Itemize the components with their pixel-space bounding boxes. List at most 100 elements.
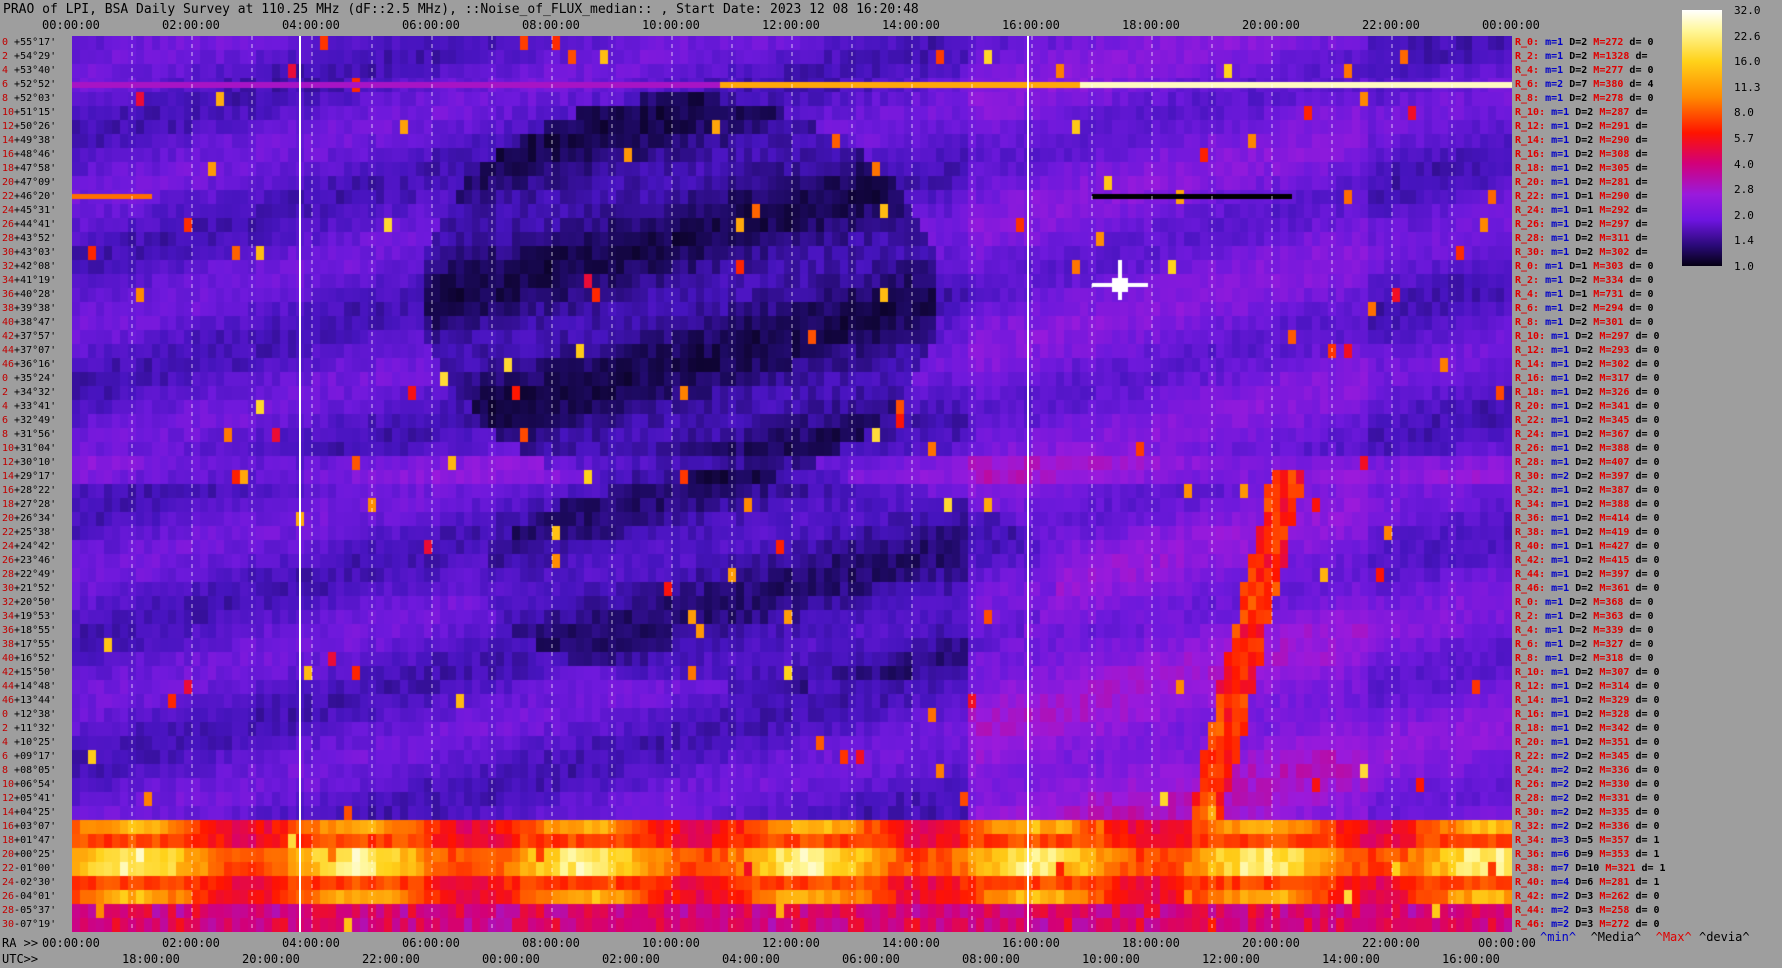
beam-max: M=345 <box>1599 415 1636 426</box>
declination-label: 22-01°00' <box>2 862 56 876</box>
beam-name: R_36: <box>1515 513 1552 524</box>
beam-index: 34 <box>2 275 15 286</box>
declination-label: 32+20°50' <box>2 596 56 610</box>
beam-index: 12 <box>2 121 15 132</box>
beam-devia: d= <box>1635 219 1648 230</box>
ra-axis-prefix: RA >> <box>2 936 39 950</box>
beam-index: 32 <box>2 597 15 608</box>
beam-min: m=1 <box>1551 149 1576 160</box>
beam-max: M=334 <box>1593 275 1630 286</box>
beam-index: 0 <box>2 709 15 720</box>
beam-stats-row: R_20: m=1 D=2 M=341 d= 0 <box>1515 400 1660 414</box>
beam-stats-row: R_16: m=1 D=2 M=308 d= <box>1515 148 1647 162</box>
beam-declination: +31°56' <box>14 429 57 440</box>
beam-max: M=281 <box>1599 877 1636 888</box>
beam-min: m=1 <box>1551 583 1576 594</box>
beam-index: 30 <box>2 583 15 594</box>
beam-devia: d= 0 <box>1629 317 1654 328</box>
beam-max: M=290 <box>1599 135 1636 146</box>
declination-label: 42+37°57' <box>2 330 56 344</box>
beam-devia: d= 0 <box>1635 681 1660 692</box>
beam-name: R_28: <box>1515 457 1552 468</box>
beam-min: m=1 <box>1551 457 1576 468</box>
beam-min: m=1 <box>1545 639 1570 650</box>
beam-name: R_26: <box>1515 443 1552 454</box>
beam-stats-row: R_6: m=1 D=2 M=294 d= 0 <box>1515 302 1654 316</box>
beam-declination: -01°00' <box>14 863 57 874</box>
beam-index: 46 <box>2 359 15 370</box>
ra-axis-tick: 08:00:00 <box>522 936 580 950</box>
beam-min: m=1 <box>1545 289 1570 300</box>
beam-name: R_26: <box>1515 219 1552 230</box>
beam-median: D=2 <box>1575 443 1600 454</box>
beam-max: M=342 <box>1599 723 1636 734</box>
declination-label: 6 +52°52' <box>2 78 56 92</box>
beam-stats-row: R_36: m=1 D=2 M=414 d= 0 <box>1515 512 1660 526</box>
beam-declination: -02°30' <box>14 877 57 888</box>
beam-devia: d= 0 <box>1635 401 1660 412</box>
beam-stats-row: R_0: m=1 D=2 M=272 d= 0 <box>1515 36 1654 50</box>
beam-index: 8 <box>2 429 15 440</box>
beam-max: M=272 <box>1593 37 1630 48</box>
declination-label: 8 +31°56' <box>2 428 56 442</box>
declination-label: 22+46°20' <box>2 190 56 204</box>
beam-max: M=262 <box>1599 891 1636 902</box>
beam-min: m=1 <box>1551 513 1576 524</box>
beam-min: m=1 <box>1551 135 1576 146</box>
beam-name: R_16: <box>1515 709 1552 720</box>
beam-name: R_38: <box>1515 527 1552 538</box>
beam-median: D=2 <box>1575 583 1600 594</box>
beam-median: D=2 <box>1569 625 1594 636</box>
beam-name: R_8: <box>1515 653 1546 664</box>
beam-devia: d= 4 <box>1629 79 1654 90</box>
top-axis-tick: 10:00:00 <box>642 18 700 32</box>
beam-stats-row: R_24: m=2 D=2 M=336 d= 0 <box>1515 764 1660 778</box>
beam-name: R_6: <box>1515 303 1546 314</box>
beam-min: m=1 <box>1551 555 1576 566</box>
beam-max: M=363 <box>1593 611 1630 622</box>
beam-stats-row: R_38: m=1 D=2 M=419 d= 0 <box>1515 526 1660 540</box>
beam-name: R_34: <box>1515 835 1552 846</box>
beam-median: D=2 <box>1575 765 1600 776</box>
beam-name: R_24: <box>1515 205 1552 216</box>
utc-axis-prefix: UTC>> <box>2 952 39 966</box>
beam-declination: +03°07' <box>14 821 57 832</box>
beam-devia: d= 0 <box>1635 443 1660 454</box>
ra-axis-tick: 22:00:00 <box>1362 936 1420 950</box>
utc-axis-tick: 16:00:00 <box>1442 952 1500 966</box>
declination-label: 0 +55°17' <box>2 36 56 50</box>
beam-max: M=328 <box>1599 709 1636 720</box>
beam-devia: d= 0 <box>1629 65 1654 76</box>
beam-min: m=7 <box>1551 863 1576 874</box>
beam-name: R_28: <box>1515 793 1552 804</box>
beam-min: m=1 <box>1551 541 1576 552</box>
beam-stats-row: R_6: m=2 D=7 M=380 d= 4 <box>1515 78 1654 92</box>
beam-stats-row: R_28: m=1 D=2 M=311 d= <box>1515 232 1647 246</box>
colorbar-tick: 8.0 <box>1734 106 1754 120</box>
beam-devia: d= 0 <box>1635 919 1660 930</box>
beam-max: M=397 <box>1599 471 1636 482</box>
beam-declination: +23°46' <box>14 555 57 566</box>
beam-declination: +32°49' <box>14 415 57 426</box>
beam-devia: d= 0 <box>1629 653 1654 664</box>
beam-median: D=2 <box>1575 807 1600 818</box>
beam-stats-row: R_2: m=1 D=2 M=1328 d= <box>1515 50 1648 64</box>
beam-name: R_34: <box>1515 499 1552 510</box>
beam-max: M=303 <box>1593 261 1630 272</box>
beam-index: 10 <box>2 779 15 790</box>
beam-devia: d= 1 <box>1635 835 1660 846</box>
beam-devia: d= 0 <box>1635 331 1660 342</box>
declination-label: 12+50°26' <box>2 120 56 134</box>
beam-median: D=2 <box>1575 821 1600 832</box>
beam-declination: +29°17' <box>14 471 57 482</box>
declination-label: 38+17°55' <box>2 638 56 652</box>
beam-median: D=2 <box>1575 233 1600 244</box>
beam-stats-row: R_38: m=7 D=10 M=321 d= 1 <box>1515 862 1666 876</box>
beam-stats-row: R_42: m=2 D=3 M=262 d= 0 <box>1515 890 1660 904</box>
beam-min: m=1 <box>1551 499 1576 510</box>
declination-label: 2 +34°32' <box>2 386 56 400</box>
beam-min: m=1 <box>1545 625 1570 636</box>
declination-label: 20+47°09' <box>2 176 56 190</box>
beam-devia: d= 0 <box>1629 261 1654 272</box>
beam-median: D=2 <box>1569 37 1594 48</box>
